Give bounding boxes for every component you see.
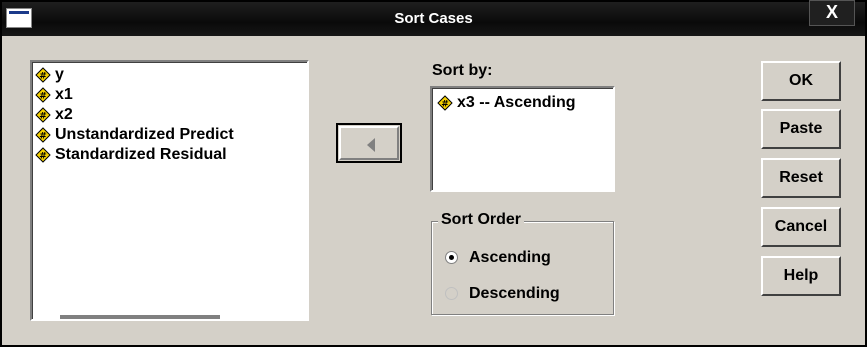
dialog-body: # y # x1 # x2 # Unstandardized Predict # [8,38,859,341]
svg-text:#: # [39,112,47,122]
list-item[interactable]: # x1 [33,85,307,105]
cancel-button[interactable]: Cancel [761,207,841,247]
sort-cases-dialog: Sort Cases X # y # x1 # x2 # Unstandardi… [0,0,867,347]
radio-ascending[interactable]: Ascending [445,248,551,268]
variable-label: y [55,66,64,83]
scale-variable-icon: # [35,147,51,163]
sort-order-legend: Sort Order [438,211,525,229]
sort-order-group: Sort Order Ascending Descending [431,211,614,315]
list-item[interactable]: # Unstandardized Predict [33,125,307,145]
sort-by-label: Sort by: [432,62,493,79]
radio-unselected-icon [445,287,458,300]
dialog-title: Sort Cases [394,10,473,27]
radio-label: Ascending [469,249,551,266]
scale-variable-icon: # [35,127,51,143]
move-variable-button[interactable] [336,123,402,163]
variable-label: x2 [55,106,73,123]
radio-descending[interactable]: Descending [445,284,560,304]
radio-label: Descending [469,285,560,302]
svg-text:#: # [39,72,47,82]
list-item[interactable]: # x3 -- Ascending [433,93,613,113]
svg-text:#: # [441,100,449,110]
paste-button[interactable]: Paste [761,109,841,149]
radio-selected-icon [445,251,458,264]
svg-text:#: # [39,152,47,162]
sort-key-label: x3 -- Ascending [457,94,576,111]
scale-variable-icon: # [35,107,51,123]
list-item[interactable]: # y [33,65,307,85]
scale-variable-icon: # [437,95,453,111]
title-bar[interactable]: Sort Cases X [2,0,865,36]
help-button[interactable]: Help [761,256,841,296]
ok-button[interactable]: OK [761,61,841,101]
source-variable-list[interactable]: # y # x1 # x2 # Unstandardized Predict # [30,60,309,321]
close-button[interactable]: X [809,0,855,26]
svg-text:#: # [39,132,47,142]
sort-by-list[interactable]: # x3 -- Ascending [430,86,615,192]
horizontal-scrollbar[interactable] [60,315,220,319]
list-item[interactable]: # Standardized Residual [33,145,307,165]
scale-variable-icon: # [35,67,51,83]
reset-button[interactable]: Reset [761,158,841,198]
left-arrow-icon [367,138,375,152]
variable-label: Unstandardized Predict [55,126,234,143]
svg-text:#: # [39,92,47,102]
variable-label: Standardized Residual [55,146,227,163]
variable-label: x1 [55,86,73,103]
list-item[interactable]: # x2 [33,105,307,125]
scale-variable-icon: # [35,87,51,103]
